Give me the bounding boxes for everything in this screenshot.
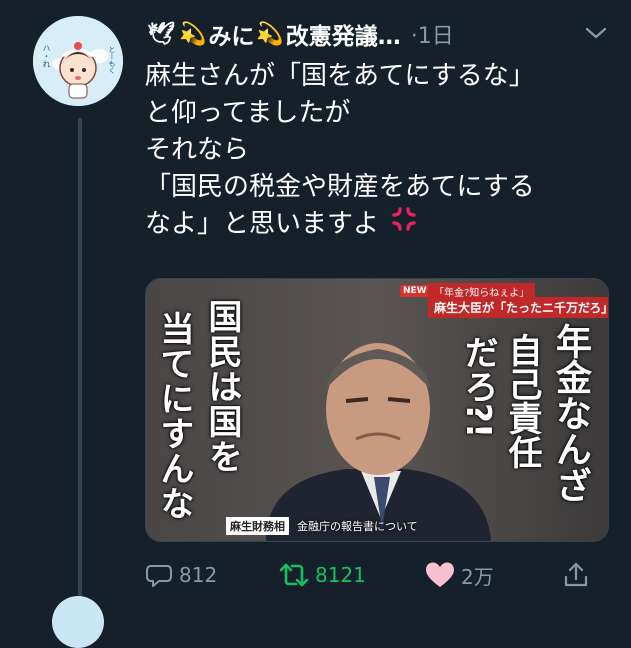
media-right-column-1: 年金なんざ: [550, 323, 591, 503]
tweet-text-line: なよ」と思いますよ: [145, 209, 380, 239]
avatar[interactable]: ハ・れ とーもく: [33, 16, 123, 106]
avatar-text-right: とーもく: [108, 46, 116, 74]
thread-connector-line: [78, 118, 82, 598]
media-left-column-1: 国民は国を: [202, 299, 242, 474]
media-right-column-3: だろ?!: [458, 335, 498, 439]
heart-icon: [426, 562, 454, 587]
media-right-column-2: 自己責任: [502, 333, 542, 469]
avatar-text-left: ハ・れ: [42, 44, 51, 68]
author-name-part2: 改憲発議…: [285, 24, 401, 50]
like-count: 2万: [461, 564, 494, 589]
tweet-text-line: 「国民の税金や財産をあてにする: [145, 172, 535, 202]
chevron-down-icon[interactable]: [583, 22, 609, 44]
news-badge-new: NEW: [400, 285, 430, 297]
share-button[interactable]: [563, 555, 595, 595]
tweet-actions: 812 8121 2万: [145, 555, 605, 595]
author-name[interactable]: 🕊 💫 みに 💫 改憲発議…: [145, 17, 401, 51]
tweet-media-image[interactable]: NEW 「年金?知らねぇよ」 麻生大臣が「たったニ千万だろ」 当てにすんな 国民…: [145, 278, 609, 542]
news-caption-main: 麻生大臣が「たったニ千万だろ」: [428, 297, 608, 318]
anger-symbol-icon: [391, 206, 417, 243]
tweet-text-line: それなら: [145, 135, 250, 165]
reply-button[interactable]: 812: [145, 555, 217, 595]
reply-icon: [146, 565, 172, 587]
retweet-button[interactable]: 8121: [279, 555, 366, 595]
retweet-icon: [279, 563, 309, 587]
dizzy-emoji: 💫: [178, 21, 207, 47]
tweet-header: 🕊 💫 みに 💫 改憲発議… ·1日: [145, 14, 617, 54]
share-icon: [564, 562, 588, 587]
dizzy-emoji: 💫: [256, 21, 284, 47]
tweet-text-line: と仰ってましたが: [145, 98, 351, 128]
tweet-timestamp[interactable]: ·1日: [411, 18, 454, 50]
tweet-text-line: 麻生さんが「国をあてにするな」: [145, 61, 535, 91]
reply-count: 812: [179, 563, 218, 587]
news-bottom-text: 金融庁の報告書について: [297, 520, 418, 533]
media-left-column-2: 当てにすんな: [154, 311, 194, 521]
next-tweet-avatar[interactable]: [52, 596, 104, 648]
author-name-part1: みに: [208, 24, 255, 50]
tweet-text: 麻生さんが「国をあてにするな」 と仰ってましたが それなら 「国民の税金や財産を…: [145, 58, 615, 243]
dove-emoji: 🕊: [147, 21, 175, 47]
news-bottom-tag: 麻生財務相: [226, 517, 289, 535]
retweet-count: 8121: [315, 563, 366, 587]
like-button[interactable]: 2万: [425, 555, 494, 595]
